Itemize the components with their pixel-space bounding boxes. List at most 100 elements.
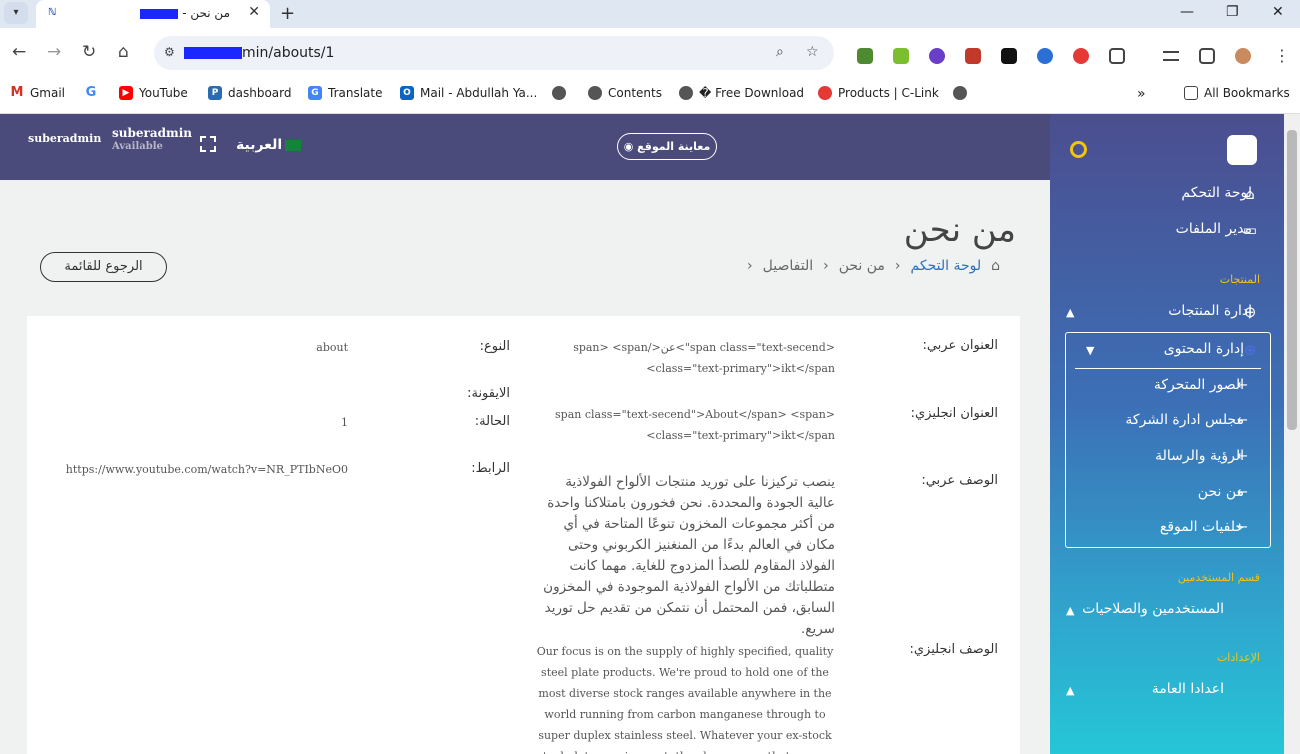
new-tab-icon[interactable]: + xyxy=(280,3,295,24)
logo xyxy=(1227,135,1257,165)
title-en-value: span class="text-secend">About</span> <s… xyxy=(555,408,835,442)
all-bookmarks[interactable]: All Bookmarks xyxy=(1184,86,1290,100)
bookmark-mail[interactable]: O Mail - Abdullah Ya... xyxy=(400,86,537,100)
page-title: من نحن xyxy=(903,210,1016,250)
arrow-left-icon: ← xyxy=(1237,449,1248,464)
globe-icon xyxy=(552,86,566,100)
globe-icon: ⊕ xyxy=(1243,341,1257,359)
minimize-icon[interactable]: — xyxy=(1180,4,1194,20)
sub-item-sliders[interactable]: الصور المتحركة xyxy=(1154,377,1244,393)
extension-icon[interactable] xyxy=(965,48,981,64)
chevron-up-icon[interactable]: ▲ xyxy=(1066,684,1074,697)
translate-icon: G xyxy=(308,86,322,100)
breadcrumb-separator: ‹ xyxy=(894,258,901,274)
extension-icon[interactable] xyxy=(857,48,873,64)
title-en-label: العنوان انجليزي: xyxy=(910,406,998,421)
browser-tab-bar: ▾ ℕ من نحن - ✕ + — ❐ ✕ xyxy=(0,0,1300,28)
extension-icon[interactable] xyxy=(1001,48,1017,64)
bookmarks-bar: M Gmail G ▶ YouTube Pdashboard G Translate … xyxy=(0,80,1300,114)
sidebar-item-general-settings[interactable]: اعدادا العامة xyxy=(1152,681,1224,697)
scrollbar-thumb[interactable] xyxy=(1287,130,1297,430)
breadcrumb-separator: ‹ xyxy=(747,258,753,274)
bookmark-free-download[interactable]: � Free Download xyxy=(679,86,804,100)
type-value: about xyxy=(316,341,348,354)
maximize-icon[interactable]: ❐ xyxy=(1226,4,1239,20)
desc-en-value: Our focus is on the supply of highly spe… xyxy=(536,645,834,754)
language-switch[interactable]: العربية xyxy=(236,137,282,153)
tab-search-button[interactable]: ▾ xyxy=(4,2,28,24)
window-close-icon[interactable]: ✕ xyxy=(1272,4,1284,20)
fullscreen-icon[interactable] xyxy=(200,136,216,152)
bookmark-translate[interactable]: G Translate xyxy=(308,86,383,100)
section-products: المنتجات xyxy=(1219,273,1260,286)
icon-label: الايقونة: xyxy=(467,386,510,401)
google-icon: G xyxy=(84,85,98,100)
folder-icon: ▭ xyxy=(1242,221,1258,239)
bookmark-contents[interactable]: Contents xyxy=(588,86,662,100)
breadcrumb-current[interactable]: من نحن xyxy=(839,258,885,274)
url-text: min/abouts/1 xyxy=(242,45,335,61)
back-to-list-button[interactable]: الرجوع للقائمة xyxy=(40,252,167,282)
bookmark-youtube[interactable]: ▶ YouTube xyxy=(119,86,188,100)
more-bookmarks-icon[interactable]: » xyxy=(1137,86,1146,102)
section-users: قسم المستخدمين xyxy=(1177,571,1260,584)
user-name: suberadmin xyxy=(112,126,192,140)
home-icon[interactable]: ⌂ xyxy=(118,42,129,62)
extensions-puzzle-icon[interactable] xyxy=(1109,48,1125,64)
browser-menu-icon[interactable]: ⋮ xyxy=(1274,46,1290,65)
reload-icon[interactable]: ↻ xyxy=(82,42,96,62)
bookmark-globe-2[interactable] xyxy=(953,86,973,100)
chevron-down-icon[interactable]: ▼ xyxy=(1086,344,1094,357)
chevron-up-icon[interactable]: ▲ xyxy=(1066,604,1074,617)
site-info-icon[interactable]: ⚙ xyxy=(164,45,175,59)
tab-favicon-icon: ℕ xyxy=(48,7,57,18)
chevron-up-icon[interactable]: ▲ xyxy=(1066,306,1074,319)
bookmark-globe[interactable] xyxy=(552,86,572,100)
extension-icon[interactable] xyxy=(929,48,945,64)
bookmark-products[interactable]: Products | C-Link xyxy=(818,86,939,100)
dashboard-icon: P xyxy=(208,86,222,100)
sidebar-item-content-management[interactable]: إدارة المحتوى xyxy=(1164,341,1244,357)
bookmark-gmail[interactable]: M Gmail xyxy=(10,86,65,100)
status-value: 1 xyxy=(341,416,348,429)
desc-ar-value: ينصب تركيزنا على توريد منتجات الألواح ال… xyxy=(543,474,835,637)
sub-item-board[interactable]: مجلس ادارة الشركة xyxy=(1125,412,1244,428)
breadcrumb-separator: ‹ xyxy=(823,258,829,274)
extension-icon[interactable] xyxy=(1073,48,1089,64)
profile-avatar[interactable] xyxy=(1235,48,1251,64)
bookmark-google[interactable]: G xyxy=(84,86,104,100)
extension-icon[interactable] xyxy=(1037,48,1053,64)
preview-site-button[interactable]: معاينة الموقع ◉ xyxy=(617,133,717,160)
eye-icon: ◉ xyxy=(623,140,634,153)
saudi-flag-icon xyxy=(285,140,301,151)
breadcrumb-home-icon: ⌂ xyxy=(991,258,1000,274)
link-value[interactable]: https://www.youtube.com/watch?v=NR_PTIbN… xyxy=(66,459,348,480)
forward-arrow-icon[interactable]: → xyxy=(47,42,61,62)
user-avatar[interactable]: suberadmin xyxy=(28,132,101,145)
arrow-left-icon: ← xyxy=(1237,378,1248,393)
browser-toolbar: ← → ↻ ⌂ ⚙ min/abouts/1 ⌕ ☆ xyxy=(0,28,1300,80)
arrow-left-icon: ← xyxy=(1237,520,1248,535)
globe-icon xyxy=(679,86,693,100)
zoom-icon[interactable]: ⌕ xyxy=(776,44,784,60)
extension-icon[interactable] xyxy=(893,48,909,64)
sub-item-vision[interactable]: الرؤية والرسالة xyxy=(1155,448,1244,464)
sidebar-item-users[interactable]: المستخدمين والصلاحيات xyxy=(1082,601,1224,617)
address-bar[interactable]: ⚙ min/abouts/1 ⌕ ☆ xyxy=(154,36,834,70)
tab-close-icon[interactable]: ✕ xyxy=(248,4,260,20)
type-label: النوع: xyxy=(479,339,510,354)
settings-gear-icon[interactable] xyxy=(1070,141,1087,158)
bookmark-dashboard[interactable]: Pdashboard xyxy=(208,86,291,100)
status-label: الحالة: xyxy=(474,414,510,429)
back-arrow-icon[interactable]: ← xyxy=(12,42,26,62)
browser-tab[interactable]: ℕ من نحن - ✕ xyxy=(36,0,270,28)
title-ar-value: span> <span/>عن<"span class="text-secend… xyxy=(573,341,835,375)
breadcrumb-home[interactable]: لوحة التحكم xyxy=(911,258,982,274)
title-ar-label: العنوان عربي: xyxy=(922,338,998,353)
bookmark-star-icon[interactable]: ☆ xyxy=(806,44,819,60)
gmail-icon: M xyxy=(10,85,24,100)
sub-item-backgrounds[interactable]: خلفيات الموقع xyxy=(1160,519,1244,535)
desc-ar-label: الوصف عربي: xyxy=(921,473,998,488)
side-panel-icon[interactable] xyxy=(1199,48,1215,64)
media-controls-icon[interactable] xyxy=(1163,51,1179,61)
